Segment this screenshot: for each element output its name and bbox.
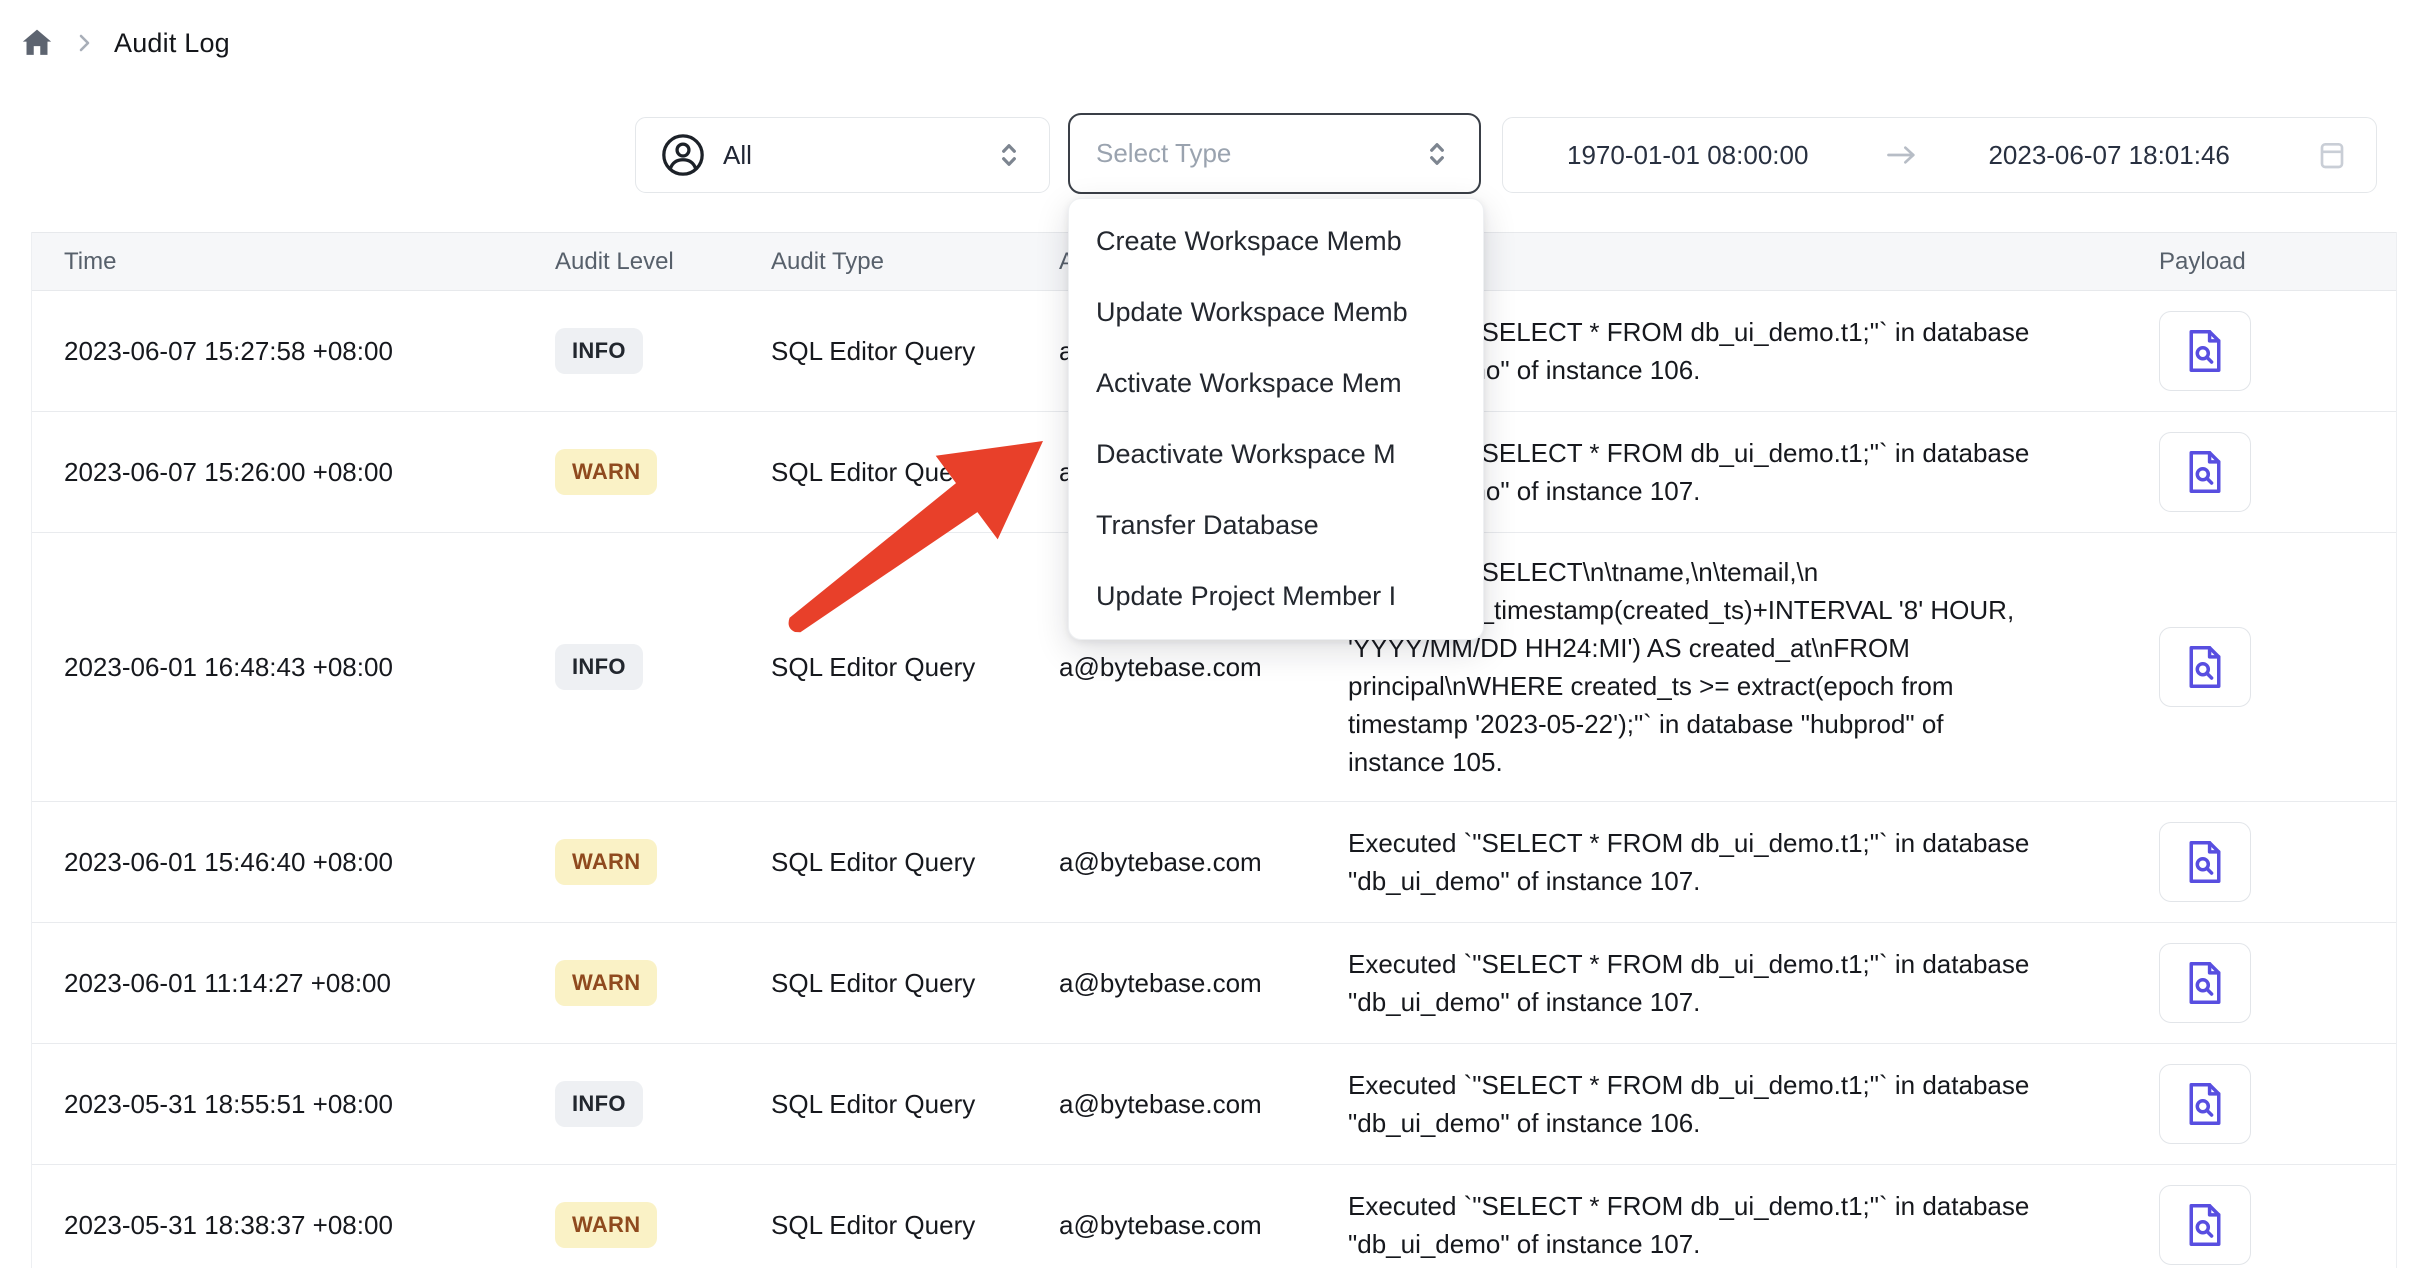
cell-audit-type: SQL Editor Query xyxy=(771,1089,1059,1120)
cell-comment: Executed `"SELECT * FROM db_ui_demo.t1;"… xyxy=(1348,1187,2101,1263)
type-menu-item[interactable]: Activate Workspace Mem xyxy=(1069,348,1483,419)
arrow-right-icon xyxy=(1884,141,1920,169)
cell-time: 2023-06-07 15:26:00 +08:00 xyxy=(32,457,555,488)
cell-audit-type: SQL Editor Query xyxy=(771,652,1059,683)
cell-comment: Executed `"SELECT * FROM db_ui_demo.t1;"… xyxy=(1348,824,2101,900)
type-menu-item[interactable]: Transfer Database xyxy=(1069,490,1483,561)
cell-actor: a@bytebase.com xyxy=(1059,652,1348,683)
end-date-value[interactable]: 2023-06-07 18:01:46 xyxy=(1988,140,2229,171)
cell-time: 2023-06-07 15:27:58 +08:00 xyxy=(32,336,555,367)
cell-audit-type: SQL Editor Query xyxy=(771,457,1059,488)
level-badge: WARN xyxy=(555,839,657,885)
document-search-icon xyxy=(2183,326,2227,376)
cell-audit-type: SQL Editor Query xyxy=(771,1210,1059,1241)
cell-actor: a@bytebase.com xyxy=(1059,847,1348,878)
document-search-icon xyxy=(2183,642,2227,692)
col-audit-type: Audit Type xyxy=(771,248,1059,276)
col-time: Time xyxy=(32,248,555,276)
cell-audit-type: SQL Editor Query xyxy=(771,336,1059,367)
payload-view-button[interactable] xyxy=(2159,432,2251,512)
breadcrumb: Audit Log xyxy=(20,26,230,60)
chevron-right-icon xyxy=(72,31,96,55)
calendar-icon[interactable] xyxy=(2316,139,2348,171)
type-menu-item[interactable]: Create Workspace Memb xyxy=(1069,206,1483,277)
home-icon[interactable] xyxy=(20,26,54,60)
type-menu-item[interactable]: Deactivate Workspace M xyxy=(1069,419,1483,490)
date-range-picker[interactable]: 1970-01-01 08:00:00 2023-06-07 18:01:46 xyxy=(1502,117,2377,193)
cell-audit-type: SQL Editor Query xyxy=(771,968,1059,999)
level-badge: INFO xyxy=(555,1081,643,1127)
document-search-icon xyxy=(2183,447,2227,497)
updown-chevrons-icon xyxy=(1421,138,1453,170)
cell-time: 2023-05-31 18:55:51 +08:00 xyxy=(32,1089,555,1120)
level-badge: WARN xyxy=(555,1202,657,1248)
payload-view-button[interactable] xyxy=(2159,1185,2251,1265)
cell-comment: Executed `"SELECT * FROM db_ui_demo.t1;"… xyxy=(1348,945,2101,1021)
cell-audit-type: SQL Editor Query xyxy=(771,847,1059,878)
type-filter-select[interactable]: Select Type xyxy=(1068,113,1481,194)
table-row: 2023-06-01 11:14:27 +08:00 WARN SQL Edit… xyxy=(32,923,2396,1044)
document-search-icon xyxy=(2183,1200,2227,1250)
audit-log-page: Audit Log All Select Type 1970-01-01 08:… xyxy=(0,0,2410,1268)
type-menu-item[interactable]: Update Project Member I xyxy=(1069,561,1483,632)
actor-filter-select[interactable]: All xyxy=(635,117,1050,193)
user-circle-icon xyxy=(660,132,706,178)
start-date-value[interactable]: 1970-01-01 08:00:00 xyxy=(1567,140,1808,171)
cell-actor: a@bytebase.com xyxy=(1059,968,1348,999)
type-menu-item[interactable]: Update Workspace Memb xyxy=(1069,277,1483,348)
payload-view-button[interactable] xyxy=(2159,943,2251,1023)
document-search-icon xyxy=(2183,958,2227,1008)
payload-view-button[interactable] xyxy=(2159,1064,2251,1144)
cell-time: 2023-06-01 16:48:43 +08:00 xyxy=(32,652,555,683)
table-row: 2023-05-31 18:55:51 +08:00 INFO SQL Edit… xyxy=(32,1044,2396,1165)
cell-actor: a@bytebase.com xyxy=(1059,1210,1348,1241)
document-search-icon xyxy=(2183,1079,2227,1129)
cell-time: 2023-06-01 15:46:40 +08:00 xyxy=(32,847,555,878)
payload-view-button[interactable] xyxy=(2159,822,2251,902)
document-search-icon xyxy=(2183,837,2227,887)
table-row: 2023-05-31 18:38:37 +08:00 WARN SQL Edit… xyxy=(32,1165,2396,1268)
updown-chevrons-icon xyxy=(993,139,1025,171)
payload-view-button[interactable] xyxy=(2159,627,2251,707)
actor-filter-value: All xyxy=(723,140,752,171)
col-audit-level: Audit Level xyxy=(555,248,771,276)
level-badge: WARN xyxy=(555,449,657,495)
payload-view-button[interactable] xyxy=(2159,311,2251,391)
cell-comment: Executed `"SELECT * FROM db_ui_demo.t1;"… xyxy=(1348,1066,2101,1142)
level-badge: INFO xyxy=(555,328,643,374)
level-badge: INFO xyxy=(555,644,643,690)
col-payload: Payload xyxy=(2101,248,2391,276)
type-filter-placeholder: Select Type xyxy=(1096,138,1231,169)
page-title: Audit Log xyxy=(114,28,230,59)
cell-time: 2023-06-01 11:14:27 +08:00 xyxy=(32,968,555,999)
level-badge: WARN xyxy=(555,960,657,1006)
cell-actor: a@bytebase.com xyxy=(1059,1089,1348,1120)
table-row: 2023-06-01 15:46:40 +08:00 WARN SQL Edit… xyxy=(32,802,2396,923)
cell-time: 2023-05-31 18:38:37 +08:00 xyxy=(32,1210,555,1241)
type-menu: Create Workspace MembUpdate Workspace Me… xyxy=(1068,198,1484,640)
